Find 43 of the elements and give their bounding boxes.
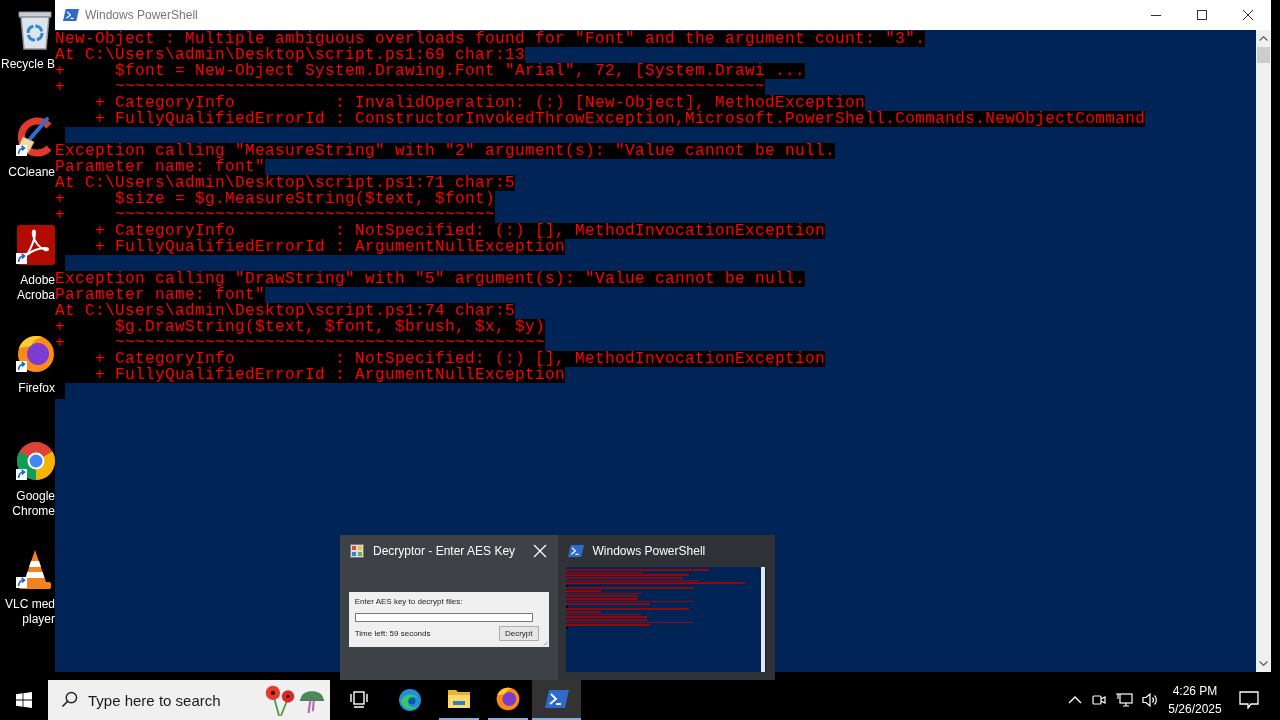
window-title: Windows PowerShell xyxy=(85,8,198,22)
terminal-icon xyxy=(567,544,584,558)
close-icon xyxy=(532,544,547,558)
wave-logo-icon xyxy=(397,688,422,712)
caret-down-icon xyxy=(1259,661,1268,666)
terminal-icon xyxy=(544,689,569,709)
window-icon xyxy=(350,544,364,558)
camera-icon[interactable] xyxy=(1091,692,1107,708)
preview-title: Windows PowerShell xyxy=(592,544,706,558)
maximize-icon xyxy=(1197,10,1207,20)
icon-label[interactable]: VLC med player xyxy=(0,597,55,627)
close-icon xyxy=(1243,10,1253,20)
swirl-logo-icon[interactable] xyxy=(15,224,55,266)
clock-button[interactable]: 4:26 PM 5/26/2025 xyxy=(1163,682,1227,718)
window-preview-card[interactable]: Decryptor - Enter AES Key Enter AES key to decrypt files: Time left: 59 seconds Decrypt xyxy=(340,535,558,680)
search-icon xyxy=(61,691,78,708)
network-icon[interactable] xyxy=(1115,692,1133,708)
icon-label[interactable]: Google Chrome xyxy=(0,489,55,519)
circle-logo-icon[interactable] xyxy=(15,440,55,482)
folder-icon xyxy=(446,689,471,709)
minimize-icon xyxy=(1151,14,1161,16)
key-input-field[interactable] xyxy=(354,613,533,622)
fox-globe-icon xyxy=(495,687,520,711)
prompt-text: Enter AES key to decrypt files: xyxy=(354,597,464,607)
window-preview-card[interactable]: Windows PowerShell xyxy=(557,535,775,680)
icon-label[interactable]: Firefox xyxy=(18,381,55,396)
icon-label[interactable]: Adobe Acroba xyxy=(0,273,55,303)
windows-logo-icon xyxy=(16,692,32,708)
icon-label[interactable]: Recycle B xyxy=(0,57,55,72)
trash-bin-icon[interactable] xyxy=(15,8,55,50)
caret-up-icon[interactable] xyxy=(1068,696,1082,704)
caret-up-icon xyxy=(1259,36,1268,41)
task-view-icon xyxy=(350,691,370,709)
preview-title: Decryptor - Enter AES Key xyxy=(373,544,516,558)
notification-icon[interactable] xyxy=(1239,691,1259,709)
decrypt-button[interactable]: Decrypt xyxy=(498,626,539,641)
terminal-icon xyxy=(63,8,79,22)
search-field[interactable]: Type here to search xyxy=(48,680,330,720)
resize-grip-icon xyxy=(542,641,548,646)
timer-text: Time left: 59 seconds xyxy=(354,628,431,639)
icon-label[interactable]: CCleane xyxy=(8,165,55,180)
scrollbar-thumb[interactable] xyxy=(1257,47,1270,63)
volume-icon[interactable] xyxy=(1141,692,1159,708)
